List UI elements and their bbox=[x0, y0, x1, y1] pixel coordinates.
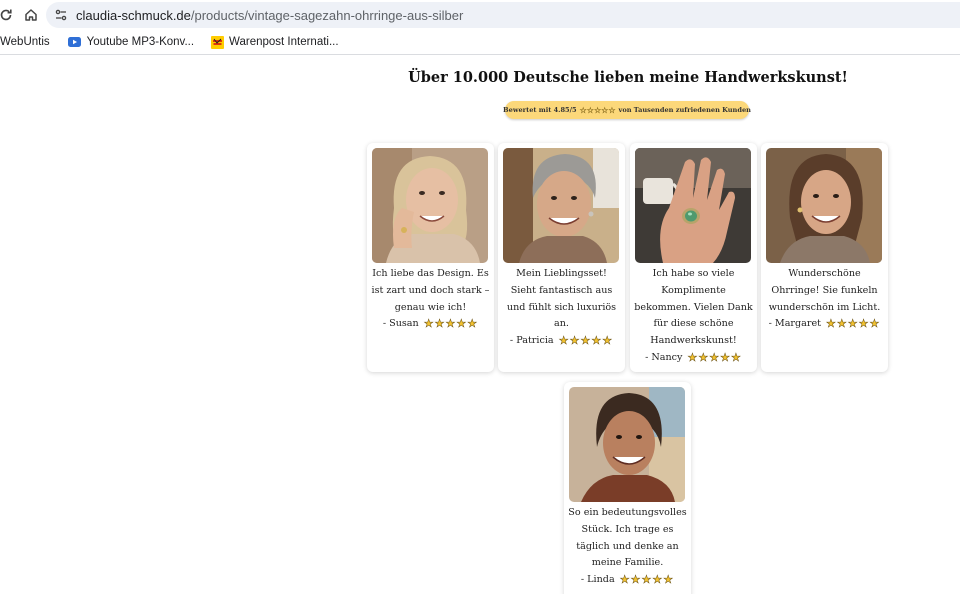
youtube-icon bbox=[68, 35, 82, 49]
author-name: - Linda bbox=[580, 574, 615, 586]
bookmark-webuntis[interactable]: WebUntis bbox=[0, 31, 56, 53]
testimonial-card: Ich habe so viele Komplimente bekommen. … bbox=[630, 143, 757, 372]
testimonial-text: Ich habe so viele Komplimente bekommen. … bbox=[634, 266, 753, 367]
url-host: claudia-schmuck.de bbox=[76, 7, 191, 23]
author-name: - Patricia bbox=[509, 335, 554, 347]
star-icon: ★ bbox=[663, 573, 674, 587]
dhl-icon bbox=[210, 35, 224, 49]
customer-photo bbox=[635, 148, 751, 263]
star-icon: ☆ bbox=[593, 105, 602, 115]
star-icon: ★ bbox=[591, 334, 602, 348]
testimonial-card: Ich liebe das Design. Es ist zart und do… bbox=[367, 143, 494, 372]
star-icon: ☆ bbox=[601, 105, 609, 115]
quote-text: Wunderschöne Ohrringe! Sie funkeln wunde… bbox=[768, 268, 881, 313]
star-icon: ★ bbox=[434, 317, 445, 331]
testimonial-text: Wunderschöne Ohrringe! Sie funkeln wunde… bbox=[765, 266, 884, 333]
page-headline: Über 10.000 Deutsche lieben meine Handwe… bbox=[408, 69, 848, 86]
testimonial-text: Mein Lieblingsset! Sieht fantastisch aus… bbox=[502, 266, 621, 350]
browser-toolbar: claudia-schmuck.de/products/vintage-sage… bbox=[0, 0, 960, 30]
star-icon: ☆ bbox=[608, 105, 616, 115]
customer-photo bbox=[766, 148, 882, 263]
star-icon: ★ bbox=[869, 317, 880, 331]
star-icon: ★ bbox=[847, 317, 858, 331]
star-icon: ★ bbox=[467, 317, 478, 331]
bookmark-youtube-mp3[interactable]: Youtube MP3-Konv... bbox=[62, 31, 200, 53]
star-icon: ★ bbox=[836, 317, 847, 331]
author-name: - Susan bbox=[382, 318, 419, 330]
star-icon: ★ bbox=[698, 350, 709, 364]
star-icon: ★ bbox=[826, 317, 836, 331]
author-name: - Margaret bbox=[768, 318, 821, 330]
quote-text: Ich habe so viele Komplimente bekommen. … bbox=[634, 268, 753, 347]
star-icon: ★ bbox=[709, 350, 720, 364]
home-icon[interactable] bbox=[21, 5, 41, 25]
star-icon: ★ bbox=[580, 334, 591, 348]
customer-photo bbox=[503, 148, 619, 263]
site-info-icon[interactable] bbox=[46, 2, 76, 28]
star-icon: ★ bbox=[558, 334, 569, 348]
star-icon: ☆ bbox=[579, 105, 587, 115]
author-rating: ★ ★ ★ ★ ★ bbox=[826, 317, 880, 331]
star-icon: ★ bbox=[731, 350, 741, 364]
quote-text: So ein bedeutungsvolles Stück. Ich trage… bbox=[568, 507, 687, 569]
star-icon: ★ bbox=[602, 334, 613, 348]
star-icon: ☆ bbox=[586, 105, 594, 115]
rating-stars: ☆ ☆ ☆ ☆ ☆ bbox=[580, 106, 616, 114]
star-icon: ★ bbox=[619, 573, 630, 587]
quote-text: Mein Lieblingsset! Sieht fantastisch aus… bbox=[506, 268, 617, 330]
testimonial-text: Ich liebe das Design. Es ist zart und do… bbox=[371, 266, 490, 333]
bookmark-label: Youtube MP3-Konv... bbox=[86, 36, 195, 48]
star-icon: ★ bbox=[652, 573, 663, 587]
testimonial-card: So ein bedeutungsvolles Stück. Ich trage… bbox=[564, 382, 691, 594]
quote-text: Ich liebe das Design. Es ist zart und do… bbox=[371, 268, 490, 313]
rating-text-after: von Tausenden zufriedenen Kunden bbox=[618, 106, 751, 114]
author-rating: ★ ★ ★ ★ ★ bbox=[687, 350, 742, 364]
bookmark-warenpost[interactable]: Warenpost Internati... bbox=[204, 31, 345, 53]
bookmark-label: Warenpost Internati... bbox=[229, 36, 339, 48]
reload-icon[interactable] bbox=[0, 5, 16, 25]
testimonial-card: Mein Lieblingsset! Sieht fantastisch aus… bbox=[498, 143, 625, 372]
star-icon: ★ bbox=[630, 573, 641, 587]
author-name: - Nancy bbox=[645, 351, 683, 363]
url-path: /products/vintage-sagezahn-ohrringe-aus-… bbox=[190, 7, 464, 23]
author-rating: ★ ★ ★ ★ ★ bbox=[558, 334, 613, 348]
testimonial-text: So ein bedeutungsvolles Stück. Ich trage… bbox=[568, 505, 687, 589]
author-rating: ★ ★ ★ ★ ★ bbox=[423, 317, 478, 331]
customer-photo bbox=[569, 387, 685, 502]
url-text: claudia-schmuck.de/products/vintage-sage… bbox=[76, 8, 463, 23]
star-icon: ★ bbox=[445, 317, 456, 331]
testimonial-card: Wunderschöne Ohrringe! Sie funkeln wunde… bbox=[761, 143, 888, 372]
author-rating: ★ ★ ★ ★ ★ bbox=[619, 573, 674, 587]
bookmark-label: WebUntis bbox=[0, 36, 50, 48]
star-icon: ★ bbox=[858, 317, 869, 331]
star-icon: ★ bbox=[569, 334, 580, 348]
rating-text-before: Bewertet mit 4.85/5 bbox=[503, 106, 577, 114]
star-icon: ★ bbox=[641, 573, 652, 587]
rating-badge: Bewertet mit 4.85/5 ☆ ☆ ☆ ☆ ☆ von Tausen… bbox=[503, 101, 751, 119]
star-icon: ★ bbox=[456, 317, 467, 331]
customer-photo bbox=[372, 148, 488, 263]
address-bar[interactable]: claudia-schmuck.de/products/vintage-sage… bbox=[46, 2, 960, 28]
star-icon: ★ bbox=[423, 317, 434, 331]
bookmarks-bar: WebUntis Youtube MP3-Konv... Warenpost I… bbox=[0, 30, 960, 55]
star-icon: ★ bbox=[687, 350, 698, 364]
star-icon: ★ bbox=[720, 350, 731, 364]
